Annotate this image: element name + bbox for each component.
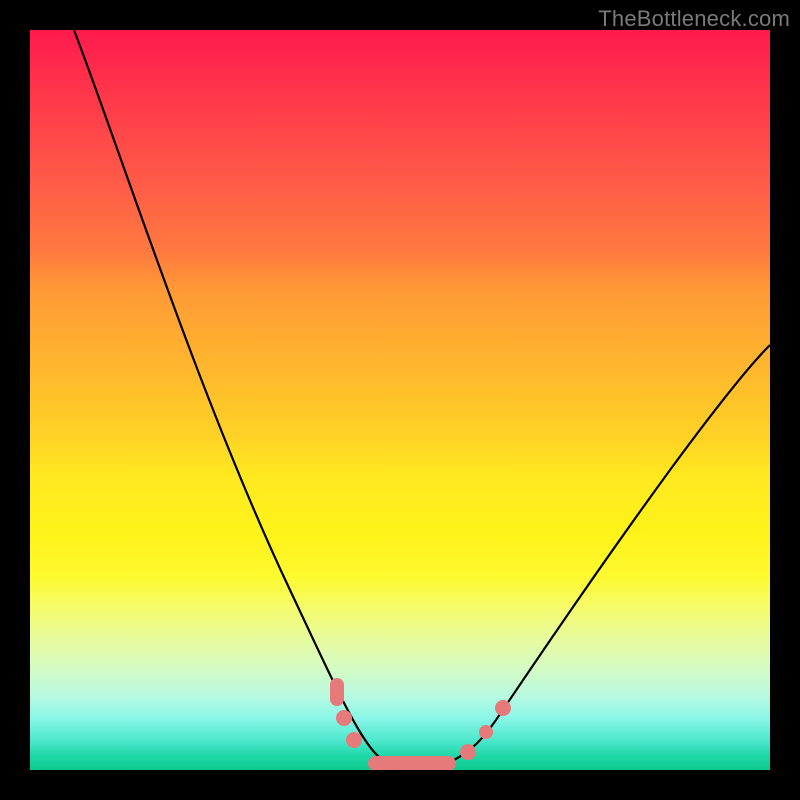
bottleneck-curve [74, 30, 770, 769]
marker-dot-left-low [346, 732, 362, 748]
marker-pill-bottom [368, 756, 456, 770]
marker-dot-left-mid [336, 710, 352, 726]
outer-frame: TheBottleneck.com [0, 0, 800, 800]
curve-svg [30, 30, 770, 770]
marker-dot-right-mid [479, 725, 493, 739]
curve-markers [330, 678, 511, 770]
marker-pill-left-upper [330, 678, 344, 706]
plot-area [30, 30, 770, 770]
marker-dot-right-low [460, 744, 476, 760]
marker-dot-right-upper [495, 700, 511, 716]
watermark-text: TheBottleneck.com [598, 6, 790, 32]
